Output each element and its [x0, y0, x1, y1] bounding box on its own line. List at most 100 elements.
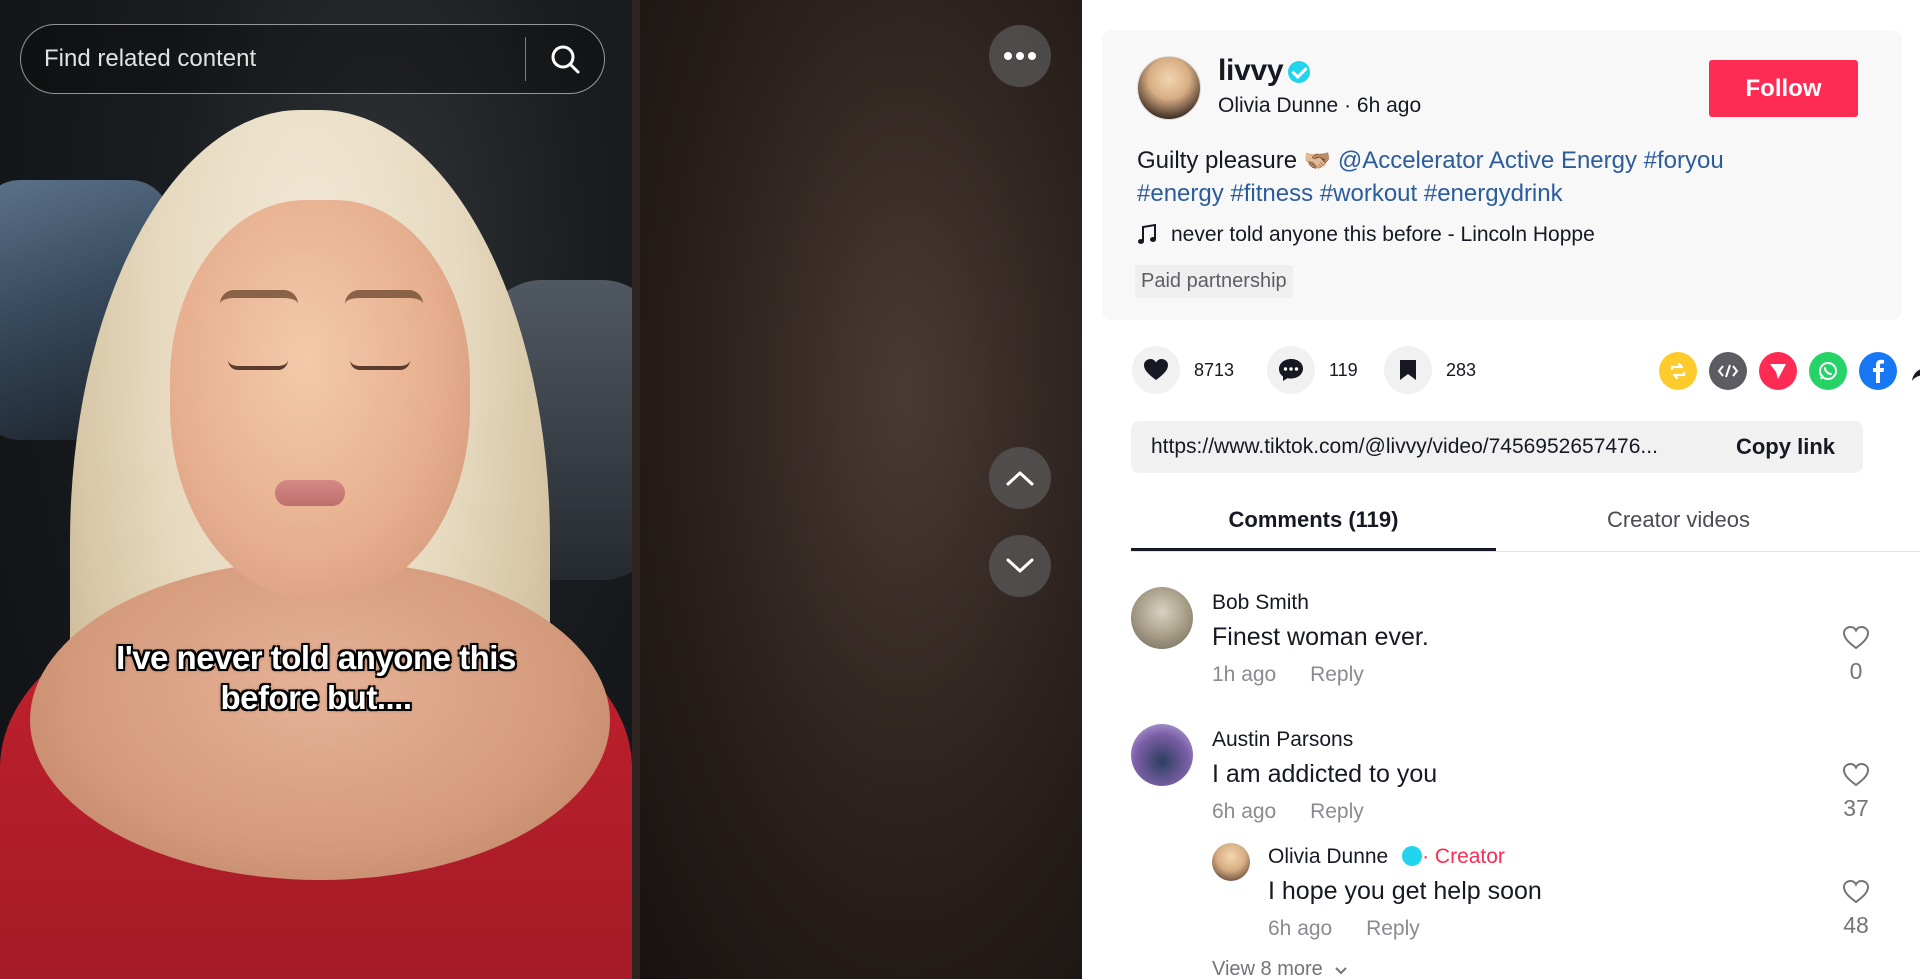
- next-video-button[interactable]: [989, 535, 1051, 597]
- comment-button[interactable]: 119: [1267, 346, 1358, 394]
- comment-like-count: 37: [1843, 795, 1869, 821]
- action-row: 8713 119 283: [1132, 346, 1920, 396]
- video-player[interactable]: I've never told anyone this before but..…: [0, 0, 632, 979]
- creator-subline: Olivia Dunne · 6h ago: [1218, 94, 1421, 118]
- reply-button[interactable]: Reply: [1310, 663, 1364, 686]
- commenter-avatar[interactable]: [1131, 724, 1193, 786]
- repost-button[interactable]: [1659, 352, 1697, 390]
- commenter-name[interactable]: Austin Parsons: [1212, 728, 1353, 752]
- right-eyebrow: [345, 290, 423, 304]
- reply-author-name: Olivia Dunne · Creator: [1268, 845, 1505, 869]
- send-to-friends-button[interactable]: [1759, 352, 1797, 390]
- comment-time: 6h ago: [1212, 800, 1277, 823]
- creator-avatar[interactable]: [1137, 56, 1201, 120]
- bookmark-icon: [1400, 360, 1416, 380]
- music-title: never told anyone this before - Lincoln …: [1171, 223, 1595, 246]
- search-bar: [20, 24, 605, 94]
- save-button[interactable]: 283: [1384, 346, 1476, 394]
- subline-separator: ·: [1338, 94, 1357, 117]
- app: I've never told anyone this before but..…: [0, 0, 1920, 979]
- comment-count: 119: [1329, 359, 1358, 380]
- more-dots-icon: [1004, 52, 1036, 60]
- copy-link-button[interactable]: Copy link: [1718, 434, 1863, 460]
- reply-time: 6h ago: [1268, 917, 1333, 940]
- repost-icon: [1670, 362, 1686, 380]
- details-panel: livvy Olivia Dunne · 6h ago Follow Guilt…: [1082, 0, 1920, 979]
- hashtag-fitness[interactable]: #fitness: [1230, 180, 1313, 207]
- comment-like-count: 0: [1849, 658, 1863, 684]
- panel-tabs: Comments (119) Creator videos: [1131, 495, 1920, 552]
- whatsapp-share-button[interactable]: [1809, 352, 1847, 390]
- left-eye: [228, 360, 288, 370]
- comment-meta: 6h ago Reply: [1212, 800, 1364, 824]
- tab-comments[interactable]: Comments (119): [1131, 495, 1496, 551]
- comment-icon-wrap: [1267, 346, 1315, 394]
- search-button[interactable]: [526, 24, 604, 94]
- follow-button[interactable]: Follow: [1709, 60, 1858, 117]
- paid-partnership-label: Paid partnership: [1135, 265, 1293, 298]
- reply-text: I hope you get help soon: [1268, 877, 1542, 905]
- shoulders: [30, 560, 610, 880]
- post-time: 6h ago: [1356, 94, 1422, 117]
- video-area: I've never told anyone this before but..…: [0, 0, 1082, 979]
- hashtag-foryou[interactable]: #foryou: [1644, 147, 1724, 174]
- tab-creator-videos[interactable]: Creator videos: [1496, 495, 1861, 551]
- commenter-name[interactable]: Bob Smith: [1212, 591, 1309, 615]
- mention-link[interactable]: @Accelerator Active Energy: [1338, 147, 1637, 174]
- heart-outline-icon: [1842, 625, 1870, 650]
- chevron-up-icon: [1006, 471, 1034, 486]
- comment-item: Bob Smith Finest woman ever. 1h ago Repl…: [1131, 587, 1876, 697]
- whatsapp-icon: [1819, 362, 1837, 380]
- like-button[interactable]: 8713: [1132, 346, 1234, 394]
- reply-author-avatar[interactable]: [1212, 843, 1250, 881]
- description-text: Guilty pleasure: [1137, 147, 1298, 174]
- right-eye: [350, 360, 410, 370]
- chevron-down-icon: [1006, 558, 1034, 573]
- like-icon-wrap: [1132, 346, 1180, 394]
- post-description: Guilty pleasure 🫱🏼‍🫲🏽 @Accelerator Activ…: [1137, 144, 1857, 210]
- music-row[interactable]: never told anyone this before - Lincoln …: [1137, 223, 1595, 247]
- caption-line-2: before but....: [220, 679, 413, 716]
- chevron-down-icon: [1335, 967, 1348, 975]
- search-input[interactable]: [21, 25, 525, 93]
- hashtag-energydrink[interactable]: #energydrink: [1424, 180, 1563, 207]
- view-more-replies[interactable]: View 8 more: [1212, 958, 1348, 979]
- heart-icon: [1144, 359, 1168, 380]
- music-note-icon: [1138, 224, 1156, 244]
- caption-line-1: I've never told anyone this: [116, 639, 516, 676]
- send-icon: [1770, 364, 1786, 379]
- video-link-url[interactable]: https://www.tiktok.com/@livvy/video/7456…: [1131, 435, 1718, 459]
- save-count: 283: [1446, 359, 1477, 380]
- like-count: 8713: [1194, 359, 1235, 380]
- reply-like-button[interactable]: 48: [1836, 879, 1876, 939]
- handshake-emoji: 🫱🏼‍🫲🏽: [1303, 148, 1332, 173]
- video-link-box: https://www.tiktok.com/@livvy/video/7456…: [1131, 421, 1863, 473]
- reply-button[interactable]: Reply: [1366, 917, 1420, 940]
- save-icon-wrap: [1384, 346, 1432, 394]
- comment-meta: 1h ago Reply: [1212, 663, 1364, 687]
- embed-button[interactable]: [1709, 352, 1747, 390]
- comment-text: I am addicted to you: [1212, 760, 1438, 788]
- reply-button[interactable]: Reply: [1310, 800, 1364, 823]
- verified-badge-icon: [1288, 61, 1310, 83]
- reply-author[interactable]: Olivia Dunne: [1268, 845, 1388, 868]
- creator-display-name[interactable]: Olivia Dunne: [1218, 94, 1338, 117]
- previous-video-button[interactable]: [989, 447, 1051, 509]
- creator-badge: · Creator: [1422, 845, 1505, 868]
- video-caption: I've never told anyone this before but..…: [0, 638, 632, 718]
- comment-like-button[interactable]: 37: [1836, 762, 1876, 822]
- facebook-icon: [1873, 359, 1884, 383]
- reply-like-count: 48: [1843, 912, 1869, 938]
- search-icon: [551, 45, 580, 74]
- comment-text: Finest woman ever.: [1212, 623, 1429, 651]
- facebook-share-button[interactable]: [1859, 352, 1897, 390]
- commenter-avatar[interactable]: [1131, 587, 1193, 649]
- comment-time: 1h ago: [1212, 663, 1277, 686]
- more-options-button[interactable]: [989, 25, 1051, 87]
- more-share-button[interactable]: [1905, 352, 1920, 390]
- creator-username[interactable]: livvy: [1218, 54, 1284, 88]
- reply-meta: 6h ago Reply: [1268, 917, 1420, 941]
- hashtag-workout[interactable]: #workout: [1320, 180, 1417, 207]
- comment-like-button[interactable]: 0: [1836, 625, 1876, 685]
- hashtag-energy[interactable]: #energy: [1137, 180, 1224, 207]
